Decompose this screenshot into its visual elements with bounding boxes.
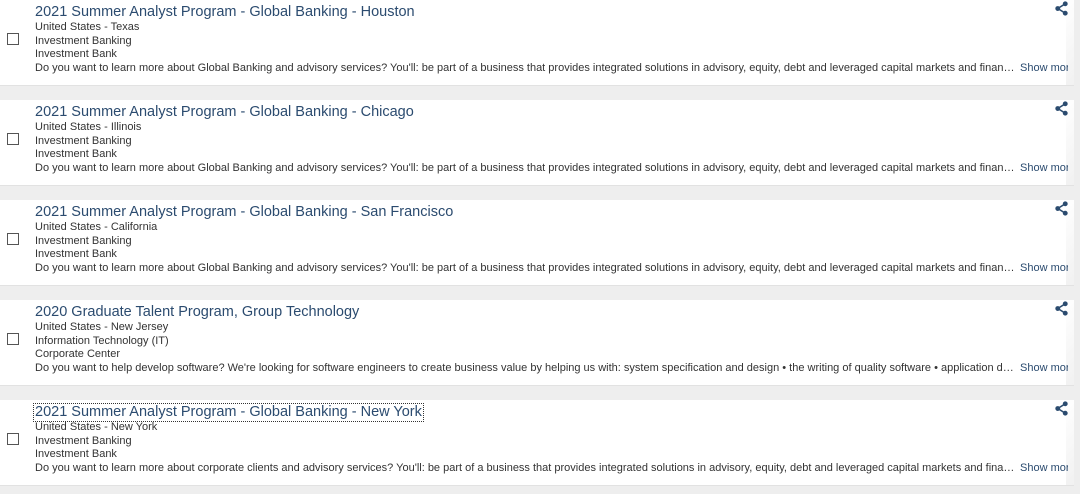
job-title-link[interactable]: 2021 Summer Analyst Program - Global Ban…: [34, 204, 454, 221]
share-icon[interactable]: [1054, 301, 1069, 316]
show-more-link[interactable]: Show more: [1020, 162, 1068, 175]
share-icon[interactable]: [1054, 201, 1069, 216]
job-title-link[interactable]: 2021 Summer Analyst Program - Global Ban…: [34, 4, 416, 21]
job-location: United States - New Jersey: [35, 321, 169, 333]
job-location: United States - Texas: [35, 21, 140, 33]
job-select-checkbox[interactable]: [7, 233, 19, 245]
job-title-link[interactable]: 2021 Summer Analyst Program - Global Ban…: [33, 403, 424, 422]
job-function: Investment Banking: [35, 135, 132, 147]
job-function: Information Technology (IT): [35, 335, 169, 347]
show-more-link[interactable]: Show more: [1020, 62, 1068, 75]
show-more-link[interactable]: Show more: [1020, 262, 1068, 275]
job-description: Do you want to learn more about corporat…: [35, 462, 1017, 474]
job-select-checkbox[interactable]: [7, 433, 19, 445]
job-description: Do you want to learn more about Global B…: [35, 262, 1017, 274]
job-card: 2021 Summer Analyst Program - Global Ban…: [0, 100, 1074, 186]
share-icon[interactable]: [1054, 401, 1069, 416]
share-icon[interactable]: [1054, 1, 1069, 16]
job-division: Investment Bank: [35, 148, 117, 160]
job-description: Do you want to help develop software? We…: [35, 362, 1017, 374]
job-division: Investment Bank: [35, 48, 117, 60]
job-division: Investment Bank: [35, 248, 117, 260]
job-function: Investment Banking: [35, 435, 132, 447]
job-title-link[interactable]: 2021 Summer Analyst Program - Global Ban…: [34, 104, 415, 121]
job-description: Do you want to learn more about Global B…: [35, 62, 1017, 74]
show-more-link[interactable]: Show more: [1020, 362, 1068, 375]
job-card: 2020 Graduate Talent Program, Group Tech…: [0, 300, 1074, 386]
job-location: United States - California: [35, 221, 158, 233]
job-division: Investment Bank: [35, 448, 117, 460]
job-division: Corporate Center: [35, 348, 120, 360]
job-function: Investment Banking: [35, 35, 132, 47]
job-description: Do you want to learn more about Global B…: [35, 162, 1017, 174]
job-title-link[interactable]: 2020 Graduate Talent Program, Group Tech…: [34, 304, 360, 321]
job-card: 2021 Summer Analyst Program - Global Ban…: [0, 200, 1074, 286]
share-icon[interactable]: [1054, 101, 1069, 116]
job-select-checkbox[interactable]: [7, 33, 19, 45]
job-select-checkbox[interactable]: [7, 333, 19, 345]
job-card: 2021 Summer Analyst Program - Global Ban…: [0, 0, 1074, 86]
job-select-checkbox[interactable]: [7, 133, 19, 145]
show-more-link[interactable]: Show more: [1020, 462, 1068, 475]
job-card: 2021 Summer Analyst Program - Global Ban…: [0, 400, 1074, 486]
job-function: Investment Banking: [35, 235, 132, 247]
job-location: United States - Illinois: [35, 121, 142, 133]
job-location: United States - New York: [35, 421, 158, 433]
